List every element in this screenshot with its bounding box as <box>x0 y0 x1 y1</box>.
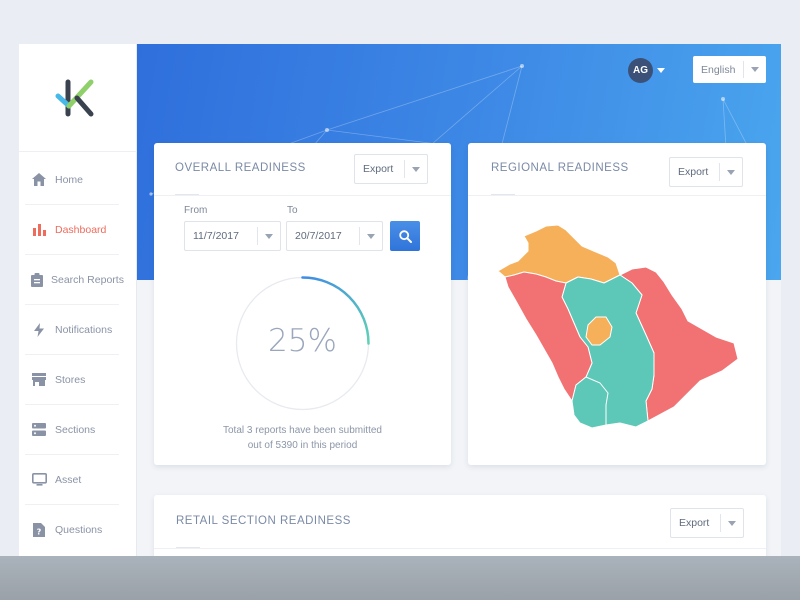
sidebar-item-label: Search Reports <box>51 273 124 286</box>
chevron-down-icon[interactable] <box>657 68 665 73</box>
search-button[interactable] <box>390 221 420 251</box>
background-shadow <box>0 556 800 600</box>
sidebar-item-label: Dashboard <box>55 223 107 236</box>
export-button[interactable]: Export <box>669 157 743 187</box>
to-date-value: 20/7/2017 <box>295 230 342 242</box>
sidebar-item-dashboard[interactable]: Dashboard <box>25 205 119 255</box>
chevron-down-icon <box>744 67 766 72</box>
sidebar-item-asset[interactable]: Asset <box>25 455 119 505</box>
summary-line-2: out of 5390 in this period <box>247 440 358 451</box>
sidebar-item-home[interactable]: Home <box>25 155 119 205</box>
sidebar-item-label: Stores <box>55 373 86 386</box>
chevron-down-icon <box>360 233 382 239</box>
logo-k-icon <box>55 79 94 117</box>
sidebar: Home Dashboard Search Reports Notificati… <box>19 44 137 556</box>
sidebar-item-label: Sections <box>55 423 96 436</box>
sidebar-item-notifications[interactable]: Notifications <box>25 305 119 355</box>
sidebar-item-sections[interactable]: Sections <box>25 405 119 455</box>
search-icon <box>398 229 412 243</box>
monitor-icon <box>31 472 47 488</box>
divider <box>468 195 766 196</box>
lightning-icon <box>31 322 47 338</box>
store-icon <box>31 372 47 388</box>
progress-percentage: 25% <box>268 323 337 359</box>
sidebar-item-stores[interactable]: Stores <box>25 355 119 405</box>
to-date-input[interactable]: 20/7/2017 <box>286 221 383 251</box>
chevron-down-icon <box>720 169 742 175</box>
retail-section-readiness-card: RETAIL SECTION READINESS Export <box>154 495 766 556</box>
card-title: OVERALL READINESS <box>175 162 306 174</box>
sections-icon <box>31 422 47 438</box>
sidebar-item-label: Asset <box>55 473 82 486</box>
clipboard-icon <box>31 272 43 288</box>
export-button[interactable]: Export <box>670 508 744 538</box>
export-button[interactable]: Export <box>354 154 428 184</box>
language-value: English <box>701 63 736 76</box>
svg-text:?: ? <box>37 528 42 537</box>
divider <box>154 548 766 549</box>
export-label: Export <box>363 163 394 175</box>
sidebar-item-search-reports[interactable]: Search Reports <box>25 255 124 305</box>
card-title: RETAIL SECTION READINESS <box>176 515 351 527</box>
divider <box>154 195 451 196</box>
to-label: To <box>287 205 298 216</box>
summary-line-1: Total 3 reports have been submitted <box>223 425 382 436</box>
brand-logo[interactable] <box>19 44 137 152</box>
question-doc-icon: ? <box>31 522 47 538</box>
chevron-down-icon <box>258 233 280 239</box>
chevron-down-icon <box>721 520 743 526</box>
sidebar-item-label: Home <box>55 173 84 186</box>
app-window: Home Dashboard Search Reports Notificati… <box>19 44 781 556</box>
from-date-input[interactable]: 11/7/2017 <box>184 221 281 251</box>
regional-map <box>497 225 739 429</box>
bar-chart-icon <box>31 222 47 238</box>
summary-text: Total 3 reports have been submitted out … <box>174 423 431 453</box>
sidebar-item-questions[interactable]: ? Questions <box>25 505 119 555</box>
chevron-down-icon <box>405 166 427 172</box>
card-title: REGIONAL READINESS <box>491 162 629 174</box>
home-icon <box>31 172 47 188</box>
from-label: From <box>184 205 208 216</box>
sidebar-item-label: Questions <box>55 524 103 536</box>
export-label: Export <box>679 517 710 529</box>
sidebar-item-label: Notifications <box>55 323 113 336</box>
language-select[interactable]: English <box>693 56 766 83</box>
regional-readiness-card: REGIONAL READINESS Export <box>468 143 766 465</box>
export-label: Export <box>678 166 709 178</box>
overall-readiness-card: OVERALL READINESS Export From To 11/7/20… <box>154 143 451 465</box>
user-avatar[interactable]: AG <box>628 58 653 83</box>
from-date-value: 11/7/2017 <box>193 230 239 242</box>
